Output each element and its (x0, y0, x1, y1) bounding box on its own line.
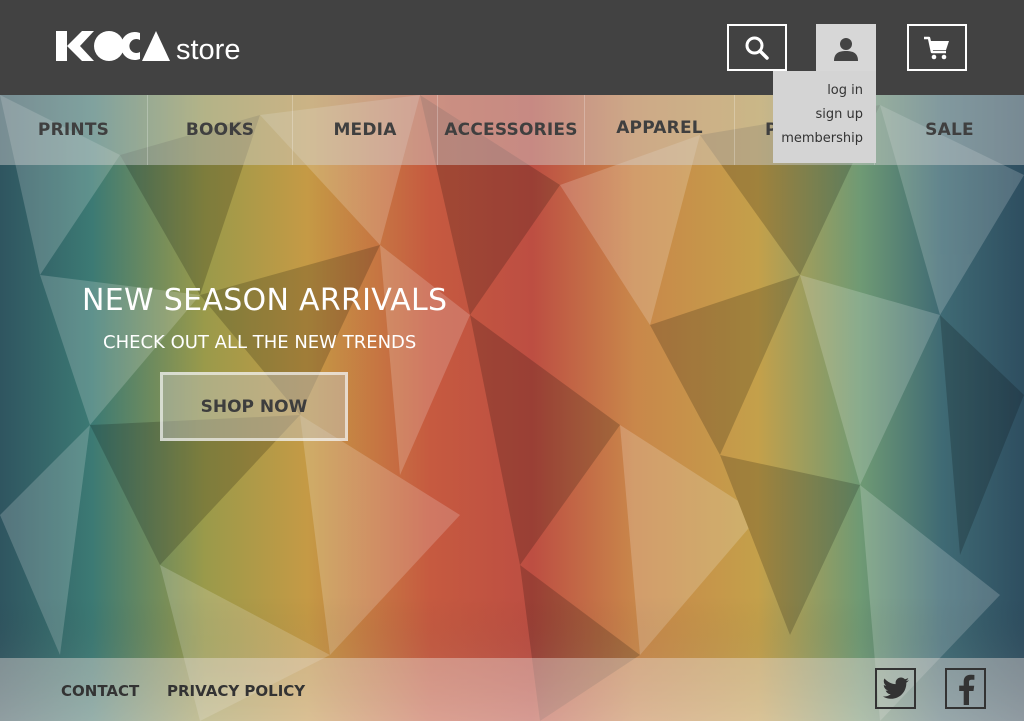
account-button[interactable] (816, 24, 876, 74)
menu-item-log-in[interactable]: log in (773, 79, 863, 103)
site-logo[interactable]: store (56, 29, 241, 66)
nav-item-prints[interactable]: PRINTS (0, 95, 148, 165)
user-icon (834, 38, 858, 61)
hero-subtitle: CHECK OUT ALL THE NEW TRENDS (103, 332, 417, 353)
nav-item-books[interactable]: BOOKS (148, 95, 293, 165)
shop-now-button[interactable]: SHOP NOW (160, 372, 348, 441)
nav-item-apparel[interactable]: APPAREL (585, 95, 735, 165)
facebook-icon (958, 674, 974, 705)
hero-background (0, 95, 1024, 721)
menu-item-membership[interactable]: membership (773, 127, 863, 151)
nav-item-sale[interactable]: SALE (875, 95, 1024, 165)
polygon-art (0, 95, 1024, 721)
twitter-button[interactable] (875, 668, 916, 709)
search-icon (745, 36, 769, 60)
twitter-icon (882, 677, 909, 699)
nav-item-media[interactable]: MEDIA (293, 95, 438, 165)
cart-icon (924, 36, 949, 59)
facebook-button[interactable] (945, 668, 986, 709)
logo-store-label: store (176, 34, 241, 66)
site-footer: CONTACT PRIVACY POLICY (0, 658, 1024, 721)
footer-link-contact[interactable]: CONTACT (61, 682, 139, 700)
cart-button[interactable] (907, 24, 967, 71)
user-menu-dropdown: log in sign up membership (773, 71, 876, 163)
hero-title: NEW SEASON ARRIVALS (82, 283, 448, 318)
search-button[interactable] (727, 24, 787, 71)
menu-item-sign-up[interactable]: sign up (773, 103, 864, 127)
nav-item-accessories[interactable]: ACCESSORIES (438, 95, 585, 165)
footer-link-privacy-policy[interactable]: PRIVACY POLICY (167, 682, 305, 700)
koca-logo-mark (56, 31, 170, 61)
